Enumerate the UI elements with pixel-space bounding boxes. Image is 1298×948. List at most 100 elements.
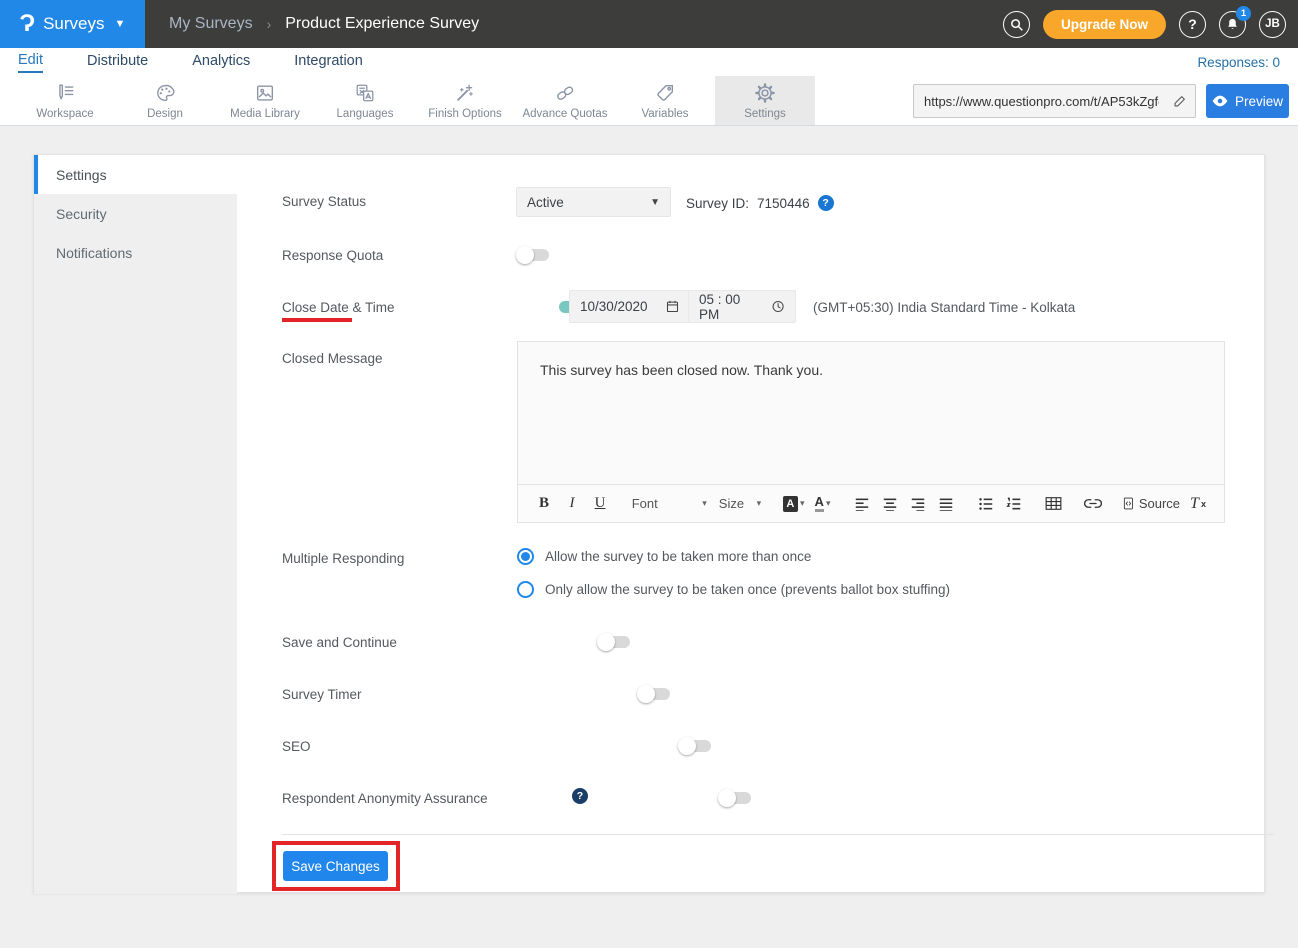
survey-id-help-icon[interactable]: ? <box>818 195 834 211</box>
user-avatar[interactable]: JB <box>1259 11 1286 38</box>
preview-label: Preview <box>1235 94 1283 109</box>
bg-color-icon: A <box>783 496 798 512</box>
tab-integration[interactable]: Integration <box>294 53 363 72</box>
advance-quotas-icon <box>553 82 577 104</box>
align-right-icon <box>910 497 926 511</box>
toolbar-item-design[interactable]: Design <box>115 76 215 125</box>
text-color-button[interactable]: A▾ <box>811 491 835 517</box>
product-name: Surveys <box>43 14 104 34</box>
survey-timer-label: Survey Timer <box>282 687 362 702</box>
background-color-button[interactable]: A▾ <box>781 491 807 517</box>
timezone-text: (GMT+05:30) India Standard Time - Kolkat… <box>813 300 1075 315</box>
edit-toolbar: Workspace Design Media Library Languages… <box>0 76 1298 126</box>
close-date-time-label: Close Date & Time <box>282 300 395 315</box>
settings-sidebar: Settings Security Notifications <box>34 155 237 894</box>
save-and-continue-label: Save and Continue <box>282 635 397 650</box>
align-justify-icon <box>938 497 954 511</box>
section-tabbar: Edit Distribute Analytics Integration Re… <box>0 48 1298 76</box>
numbered-list-button[interactable] <box>1002 491 1026 517</box>
notifications-button[interactable]: 1 <box>1219 11 1246 38</box>
size-dropdown[interactable]: Size▾ <box>715 491 765 517</box>
radio-option-once-only[interactable]: Only allow the survey to be taken once (… <box>517 581 950 598</box>
align-center-button[interactable] <box>878 491 902 517</box>
closed-message-editor: This survey has been closed now. Thank y… <box>517 341 1225 523</box>
responses-count: Responses: 0 <box>1197 55 1280 70</box>
save-changes-button[interactable]: Save Changes <box>283 851 388 881</box>
radio-label: Allow the survey to be taken more than o… <box>545 549 811 564</box>
toolbar-item-variables[interactable]: Variables <box>615 76 715 125</box>
toolbar-item-finish-options[interactable]: Finish Options <box>415 76 515 125</box>
chevron-down-icon: ▼ <box>115 18 126 30</box>
tab-distribute[interactable]: Distribute <box>87 53 148 72</box>
font-dropdown[interactable]: Font▾ <box>628 491 711 517</box>
survey-timer-toggle[interactable] <box>637 684 673 704</box>
survey-id-value: 7150446 <box>757 196 810 211</box>
respondent-anonymity-toggle[interactable] <box>718 788 754 808</box>
italic-button[interactable]: I <box>560 491 584 517</box>
search-icon <box>1009 17 1024 32</box>
upgrade-now-button[interactable]: Upgrade Now <box>1043 10 1166 39</box>
underline-button[interactable]: U <box>588 491 612 517</box>
insert-link-button[interactable] <box>1081 491 1105 517</box>
numbered-list-icon <box>1006 497 1022 511</box>
close-date-input[interactable]: 10/30/2020 <box>569 290 691 323</box>
bulleted-list-button[interactable] <box>974 491 998 517</box>
source-doc-icon <box>1123 496 1134 511</box>
insert-table-button[interactable] <box>1042 491 1066 517</box>
breadcrumb: My Surveys › Product Experience Survey <box>169 15 479 33</box>
survey-id-group: Survey ID: 7150446 ? <box>686 195 834 211</box>
close-date-value: 10/30/2020 <box>580 299 648 314</box>
closed-message-text[interactable]: This survey has been closed now. Thank y… <box>518 342 1224 484</box>
remove-format-button[interactable]: Tx <box>1186 491 1210 517</box>
close-time-input[interactable]: 05 : 00 PM <box>688 290 796 323</box>
questionpro-logo-icon: Ɂ <box>20 12 35 36</box>
tab-analytics[interactable]: Analytics <box>192 53 250 72</box>
closed-message-label: Closed Message <box>282 351 383 366</box>
chevron-down-icon: ▼ <box>650 197 660 208</box>
pencil-icon <box>1173 94 1187 108</box>
bold-button[interactable]: B <box>532 491 556 517</box>
align-left-icon <box>854 497 870 511</box>
save-and-continue-toggle[interactable] <box>597 632 633 652</box>
notification-count-badge: 1 <box>1236 6 1251 21</box>
help-button[interactable]: ? <box>1179 11 1206 38</box>
product-switcher[interactable]: Ɂ Surveys ▼ <box>0 0 145 48</box>
toolbar-item-workspace[interactable]: Workspace <box>15 76 115 125</box>
radio-icon[interactable] <box>517 581 534 598</box>
survey-url-input[interactable] <box>914 94 1165 109</box>
preview-button[interactable]: Preview <box>1206 84 1289 118</box>
seo-label: SEO <box>282 739 311 754</box>
align-center-icon <box>882 497 898 511</box>
edit-url-button[interactable] <box>1165 94 1195 108</box>
seo-toggle[interactable] <box>678 736 714 756</box>
respondent-anonymity-help-icon[interactable]: ? <box>572 788 588 804</box>
rich-text-toolbar: B I U Font▾ Size▾ A▾ A▾ Source <box>518 484 1224 522</box>
remove-format-icon: T <box>1190 495 1199 513</box>
radio-option-multiple-allowed[interactable]: Allow the survey to be taken more than o… <box>517 548 811 565</box>
settings-icon <box>753 82 777 104</box>
sidebar-item-settings[interactable]: Settings <box>34 155 237 194</box>
close-time-value: 05 : 00 PM <box>699 292 761 322</box>
align-left-button[interactable] <box>850 491 874 517</box>
search-button[interactable] <box>1003 11 1030 38</box>
align-right-button[interactable] <box>906 491 930 517</box>
align-justify-button[interactable] <box>934 491 958 517</box>
toolbar-item-languages[interactable]: Languages <box>315 76 415 125</box>
sidebar-item-security[interactable]: Security <box>34 194 237 233</box>
toolbar-item-advance-quotas[interactable]: Advance Quotas <box>515 76 615 125</box>
response-quota-label: Response Quota <box>282 248 383 263</box>
breadcrumb-my-surveys[interactable]: My Surveys <box>169 15 253 33</box>
toolbar-item-settings[interactable]: Settings <box>715 76 815 125</box>
toolbar-item-media-library[interactable]: Media Library <box>215 76 315 125</box>
variables-icon <box>653 82 677 104</box>
survey-status-select[interactable]: Active ▼ <box>516 187 671 217</box>
source-button[interactable]: Source <box>1121 491 1182 517</box>
sidebar-item-notifications[interactable]: Notifications <box>34 233 237 272</box>
tab-edit[interactable]: Edit <box>18 52 43 73</box>
toolbar-label: Finish Options <box>428 108 502 120</box>
toolbar-label: Settings <box>744 108 786 120</box>
response-quota-toggle[interactable] <box>516 245 552 265</box>
avatar-initials: JB <box>1265 18 1280 30</box>
clock-icon <box>771 299 785 314</box>
radio-icon[interactable] <box>517 548 534 565</box>
